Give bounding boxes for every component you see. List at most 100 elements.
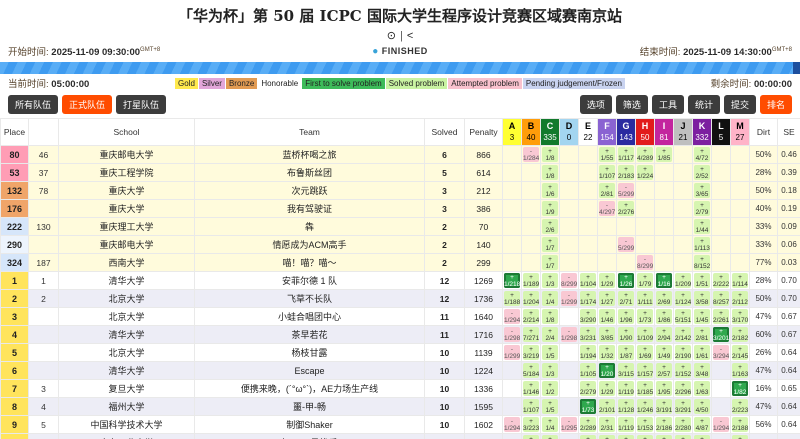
problem-result-box: +1/146 bbox=[523, 381, 539, 396]
result-tries-time: 2/94 bbox=[656, 335, 672, 342]
tool-button[interactable]: 提交 bbox=[724, 95, 756, 114]
table-row[interactable]: 176重庆大学我有驾驶证3386+1/9-4/297+2/276+2/7940%… bbox=[1, 200, 800, 218]
problem-result-box: +2/286 bbox=[523, 435, 539, 439]
result-tries-time: 3/65 bbox=[694, 191, 710, 198]
problem-result-box: -1/294 bbox=[504, 417, 520, 432]
result-tries-time: 5/299 bbox=[618, 191, 634, 198]
problem-result-E: +3/290 bbox=[579, 308, 598, 326]
problem-result-box: +1/4 bbox=[542, 417, 558, 432]
team-name-cell[interactable]: 次元跳跃 bbox=[195, 182, 425, 200]
problem-result-box: +2/6 bbox=[542, 219, 558, 234]
tool-button[interactable]: 工具 bbox=[652, 95, 684, 114]
clock-icon[interactable]: ⊙ bbox=[387, 30, 396, 42]
filter-button[interactable]: 所有队伍 bbox=[8, 95, 58, 114]
team-name-cell[interactable]: 犇 bbox=[195, 218, 425, 236]
problem-result-I: +2/186 bbox=[655, 416, 674, 434]
school-cell: 重庆工程学院 bbox=[59, 164, 195, 182]
problem-result-M bbox=[731, 146, 750, 164]
tool-button[interactable]: 统计 bbox=[688, 95, 720, 114]
problem-result-box: +1/73 bbox=[637, 309, 653, 324]
result-tries-time: 5/299 bbox=[618, 245, 634, 252]
se-cell: 0.70 bbox=[778, 290, 800, 308]
table-row[interactable]: 13278重庆大学次元跳跃3212+1/6+2/81-5/299+3/6550%… bbox=[1, 182, 800, 200]
result-sign: + bbox=[694, 166, 710, 173]
problem-result-D: -1/298 bbox=[560, 326, 579, 344]
table-row[interactable]: 222130重庆理工大学犇270+2/6+1/4433%0.09 bbox=[1, 218, 800, 236]
dirt-cell: 47% bbox=[750, 308, 778, 326]
table-row[interactable]: 4清华大学茶早若花111716-1/298+7/271+2/4-1/298+3/… bbox=[1, 326, 800, 344]
table-row[interactable]: 84福州大学噩-甲-畅101595+1/107+1/5+1/73+2/101+1… bbox=[1, 398, 800, 416]
table-row[interactable]: 290重庆邮电大学情愿成为ACM高手2140+1/7-5/299+1/11333… bbox=[1, 236, 800, 254]
team-name-cell[interactable]: 茶早若花 bbox=[195, 326, 425, 344]
result-tries-time: 1/294 bbox=[713, 425, 729, 432]
problem-result-B bbox=[522, 164, 541, 182]
team-name-cell[interactable]: 情愿成为ACM高手 bbox=[195, 236, 425, 254]
table-row[interactable]: 106广东工业大学打ACM寻找乐101804+2/286+1/9+2/247+2… bbox=[1, 434, 800, 439]
org-rank-cell bbox=[29, 308, 59, 326]
team-name-cell[interactable]: Escape bbox=[195, 362, 425, 380]
team-name-cell[interactable]: 便携来晚，(´°ω°`)，AE力场生产线 bbox=[195, 380, 425, 398]
problem-result-K: +2/79 bbox=[693, 200, 712, 218]
solved-cell: 3 bbox=[425, 200, 465, 218]
result-sign: - bbox=[713, 418, 729, 425]
result-sign: + bbox=[675, 436, 691, 439]
table-row[interactable]: 22北京大学飞草不长队121736+1/188+1/204+1/4-1/299+… bbox=[1, 290, 800, 308]
tool-button[interactable]: 筛选 bbox=[616, 95, 648, 114]
share-icon[interactable]: < bbox=[407, 30, 413, 42]
result-sign: + bbox=[599, 382, 615, 389]
table-row[interactable]: 73复旦大学便携来晚，(´°ω°`)，AE力场生产线101336+1/146+1… bbox=[1, 380, 800, 398]
problem-result-box: +2/94 bbox=[656, 327, 672, 342]
table-row[interactable]: 6清华大学Escape101224+5/184+1/3+1/105+1/20+3… bbox=[1, 362, 800, 380]
place-cell: 9 bbox=[1, 416, 29, 434]
problem-result-J: +1/152 bbox=[674, 362, 693, 380]
team-name-cell[interactable]: 制御Shaker bbox=[195, 416, 425, 434]
table-row[interactable]: 324187西南大学喵！喵？喵～2299+1/7-8/299+8/15277%0… bbox=[1, 254, 800, 272]
school-header: School bbox=[59, 119, 195, 146]
filter-button[interactable]: 正式队伍 bbox=[62, 95, 112, 114]
team-name-cell[interactable]: 小蛙合唱团中心 bbox=[195, 308, 425, 326]
problem-result-J: +2/190 bbox=[674, 344, 693, 362]
problem-header-G: G143 bbox=[617, 119, 636, 146]
team-name-cell[interactable]: 飞草不长队 bbox=[195, 290, 425, 308]
result-sign: + bbox=[637, 418, 653, 425]
problem-result-K: +4/87 bbox=[693, 416, 712, 434]
table-row[interactable]: 8046重庆邮电大学蓝桥杯喝之旅6866-1/284+1/8+1/55+1/11… bbox=[1, 146, 800, 164]
problem-result-B bbox=[522, 236, 541, 254]
result-sign: + bbox=[732, 346, 748, 353]
tool-button[interactable]: 选项 bbox=[580, 95, 612, 114]
problem-result-H bbox=[636, 236, 655, 254]
team-name-cell[interactable]: 蓝桥杯喝之旅 bbox=[195, 146, 425, 164]
problem-result-A: -1/299 bbox=[503, 344, 522, 362]
result-sign: + bbox=[694, 364, 710, 371]
problem-result-G: +3/115 bbox=[617, 362, 636, 380]
problem-result-box: +7/271 bbox=[523, 327, 539, 342]
se-cell: 0.67 bbox=[778, 326, 800, 344]
team-name-cell[interactable]: 喵！喵？喵～ bbox=[195, 254, 425, 272]
table-row[interactable]: 11清华大学安菲尔德 1 队121269+1/218+1/189+1/3-8/2… bbox=[1, 272, 800, 290]
table-row[interactable]: 3北京大学小蛙合唱团中心111640-1/294+2/214+1/8+3/290… bbox=[1, 308, 800, 326]
table-row[interactable]: 5337重庆工程学院布鲁斯丝团5614+1/8+1/107+2/183+1/22… bbox=[1, 164, 800, 182]
team-name-cell[interactable]: 我有驾驶证 bbox=[195, 200, 425, 218]
filter-button[interactable]: 打星队伍 bbox=[116, 95, 166, 114]
problem-result-I: +1/95 bbox=[655, 380, 674, 398]
org-rank-cell bbox=[29, 344, 59, 362]
result-tries-time: 1/119 bbox=[618, 425, 634, 432]
team-name-cell[interactable]: 布鲁斯丝团 bbox=[195, 164, 425, 182]
result-sign: + bbox=[675, 274, 691, 281]
problem-result-box: +1/63 bbox=[694, 381, 710, 396]
problem-result-I: +2/94 bbox=[655, 326, 674, 344]
result-sign: + bbox=[694, 148, 710, 155]
team-name-cell[interactable]: 安菲尔德 1 队 bbox=[195, 272, 425, 290]
team-name-cell[interactable]: 打ACM寻找乐 bbox=[195, 434, 425, 439]
table-row[interactable]: 5北京大学杨枝甘露101139-1/299+3/219+1/5+1/194+1/… bbox=[1, 344, 800, 362]
contest-progress-bar[interactable] bbox=[0, 62, 800, 74]
problem-result-A bbox=[503, 200, 522, 218]
problem-result-box: +6/188 bbox=[732, 435, 748, 439]
problem-result-D bbox=[560, 434, 579, 439]
tool-button[interactable]: 排名 bbox=[760, 95, 792, 114]
team-name-cell[interactable]: 杨枝甘露 bbox=[195, 344, 425, 362]
team-name-cell[interactable]: 噩-甲-畅 bbox=[195, 398, 425, 416]
table-row[interactable]: 95中国科学技术大学制御Shaker101602-1/294+3/223+1/4… bbox=[1, 416, 800, 434]
dirt-cell: 47% bbox=[750, 398, 778, 416]
problem-result-box: +1/29 bbox=[599, 273, 615, 288]
